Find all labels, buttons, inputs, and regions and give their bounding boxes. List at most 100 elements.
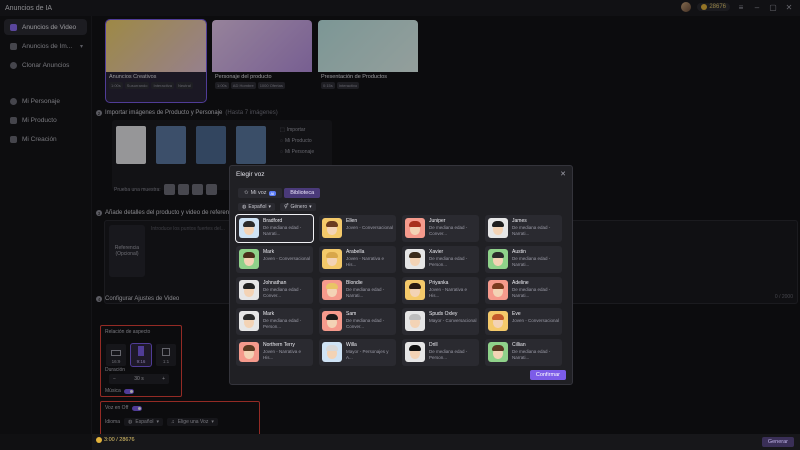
voice-description: De mediana edad - Narrati... — [346, 287, 385, 298]
voice-name: Northern Terry — [263, 342, 295, 348]
voice-avatar — [322, 280, 342, 300]
voice-avatar — [239, 218, 259, 238]
voice-card[interactable]: Austin De mediana edad - Narrati... — [485, 246, 562, 273]
avatar-hair — [243, 345, 255, 351]
voice-avatar — [322, 311, 342, 331]
voice-card[interactable]: Adeline De mediana edad - Narrati... — [485, 277, 562, 304]
voice-name: Cillian — [512, 342, 526, 348]
voice-card[interactable]: Sam De mediana edad - Conver... — [319, 308, 396, 335]
voice-card[interactable]: Arabella Joven - Narrativa e His... — [319, 246, 396, 273]
voice-name: Mark — [263, 311, 275, 317]
voice-description: Joven - Conversacional — [263, 256, 311, 261]
voice-name: Willa — [346, 342, 357, 348]
voice-description: Joven - Conversacional — [512, 318, 560, 323]
voice-name: Johnathan — [263, 280, 287, 286]
voice-avatar — [488, 249, 508, 269]
avatar-hair — [326, 314, 338, 320]
chevron-down-icon: ▾ — [268, 204, 271, 210]
ai-badge: AI — [268, 190, 277, 196]
voice-tabs: ✩ Mi voz AI Biblioteca — [238, 188, 321, 198]
avatar-hair — [326, 252, 338, 258]
voice-description: Mayor - Conversacional — [429, 318, 477, 323]
choose-voice-modal: Elegir voz ✕ ✩ Mi voz AI Biblioteca ◍ Españ… — [229, 165, 573, 385]
cost-indicator: 3:00 / 28676 — [96, 437, 135, 443]
avatar-hair — [492, 314, 504, 320]
voice-description: De mediana edad - Person... — [429, 349, 468, 360]
voice-avatar — [239, 249, 259, 269]
voice-avatar — [488, 342, 508, 362]
confirm-button[interactable]: Confirmar — [529, 370, 566, 380]
avatar-hair — [409, 314, 421, 320]
voice-avatar — [239, 280, 259, 300]
voice-card[interactable]: Johnathan De mediana edad - Conver... — [236, 277, 313, 304]
avatar-hair — [243, 252, 255, 258]
voice-description: De mediana edad - Narrati... — [263, 225, 302, 236]
avatar-hair — [243, 283, 255, 289]
voice-avatar — [405, 280, 425, 300]
cost-value: 3:00 / 28676 — [104, 437, 135, 443]
voice-name: Juniper — [429, 218, 446, 224]
voice-card[interactable]: Ellen Joven - Conversacional — [319, 215, 396, 242]
tab-label: Biblioteca — [290, 190, 315, 196]
avatar-hair — [326, 221, 338, 227]
voice-description: Joven - Narrativa e His... — [429, 287, 468, 298]
voice-description: Joven - Conversacional — [346, 225, 394, 230]
voice-card[interactable]: Juniper De mediana edad - Conver... — [402, 215, 479, 242]
avatar-hair — [492, 283, 504, 289]
avatar-hair — [409, 345, 421, 351]
voice-description: Joven - Narrativa e His... — [346, 256, 385, 267]
voice-description: Joven - Narrativa e His... — [263, 349, 302, 360]
bottom-bar: 3:00 / 28676 Generar — [92, 434, 800, 450]
voice-name: Xavier — [429, 249, 444, 255]
voice-description: De mediana edad - Narrati... — [512, 225, 551, 236]
voice-card[interactable]: Mark De mediana edad - Person... — [236, 308, 313, 335]
voice-description: De mediana edad - Narrati... — [512, 287, 551, 298]
voice-name: Austin — [512, 249, 526, 255]
tab-library[interactable]: Biblioteca — [284, 188, 321, 198]
close-icon[interactable]: ✕ — [560, 170, 566, 178]
voice-description: De mediana edad - Person... — [429, 256, 468, 267]
voice-card[interactable]: Blondie De mediana edad - Narrati... — [319, 277, 396, 304]
voice-name: Eve — [512, 311, 521, 317]
avatar-hair — [409, 221, 421, 227]
filter-label: Género — [290, 204, 308, 210]
voice-card[interactable]: Willa Mayor - Personajes y A... — [319, 339, 396, 366]
voice-description: Mayor - Personajes y A... — [346, 349, 389, 360]
avatar-hair — [492, 221, 504, 227]
voice-card[interactable]: Bradford De mediana edad - Narrati... — [235, 214, 314, 243]
voice-name: Adeline — [512, 280, 529, 286]
voice-card[interactable]: Xavier De mediana edad - Person... — [402, 246, 479, 273]
voice-name: Bradford — [263, 218, 283, 224]
voice-avatar — [405, 218, 425, 238]
avatar-hair — [492, 345, 504, 351]
voice-description: De mediana edad - Person... — [263, 318, 302, 329]
voice-name: Sam — [346, 311, 357, 317]
gender-filter[interactable]: ⚥ Género ▾ — [279, 203, 316, 211]
avatar-hair — [326, 345, 338, 351]
voice-avatar — [322, 342, 342, 362]
avatar-hair — [326, 283, 338, 289]
voice-name: Ellen — [346, 218, 358, 224]
voice-card[interactable]: Northern Terry Joven - Narrativa e His... — [236, 339, 313, 366]
voice-avatar — [322, 249, 342, 269]
voice-card[interactable]: Priyanka Joven - Narrativa e His... — [402, 277, 479, 304]
voice-card[interactable]: Cillian De mediana edad - Narrati... — [485, 339, 562, 366]
voice-card[interactable]: James De mediana edad - Narrati... — [485, 215, 562, 242]
voice-filters: ◍ Español ▾ ⚥ Género ▾ — [238, 203, 316, 211]
voice-name: Arabella — [346, 249, 365, 255]
voice-card[interactable]: Drill De mediana edad - Person... — [402, 339, 479, 366]
voice-card[interactable]: Spuds Oxley Mayor - Conversacional — [402, 308, 479, 335]
avatar-hair — [409, 283, 421, 289]
filter-label: Español — [248, 204, 267, 210]
voice-name: Blondie — [346, 280, 363, 286]
generate-button[interactable]: Generar — [761, 437, 794, 447]
language-filter[interactable]: ◍ Español ▾ — [238, 203, 275, 211]
voice-avatar — [239, 342, 259, 362]
coin-icon — [96, 437, 102, 443]
voice-description: De mediana edad - Conver... — [429, 225, 468, 236]
voice-card[interactable]: Eve Joven - Conversacional — [485, 308, 562, 335]
avatar-hair — [409, 252, 421, 258]
modal-title: Elegir voz — [236, 171, 265, 178]
voice-card[interactable]: Mark Joven - Conversacional — [236, 246, 313, 273]
tab-my-voice[interactable]: ✩ Mi voz AI — [238, 188, 283, 198]
